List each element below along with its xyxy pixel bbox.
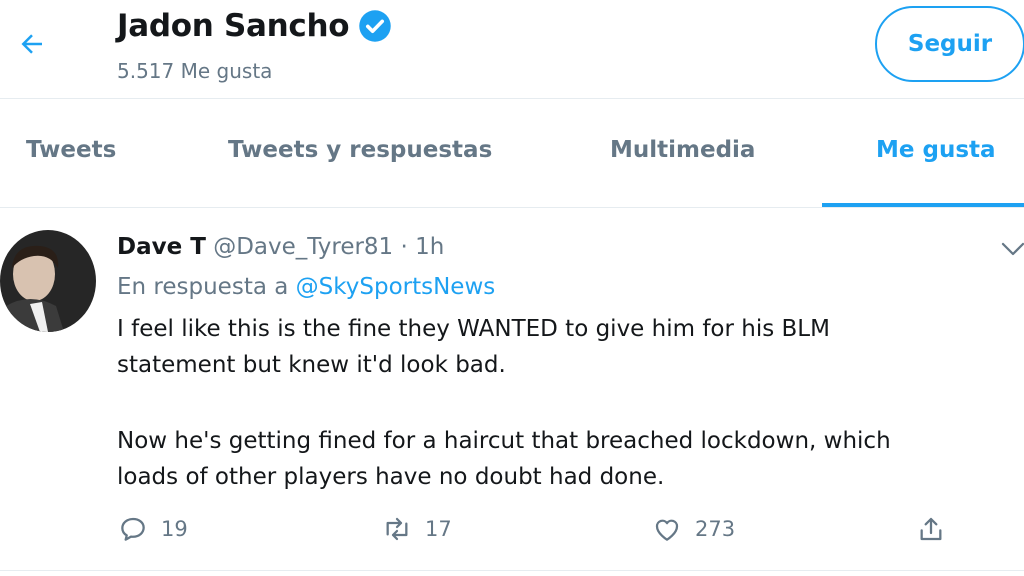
back-arrow-icon [21,34,42,54]
likes-count: 5.517 Me gusta [117,59,273,83]
profile-name: Jadon Sancho [117,8,350,44]
avatar[interactable] [0,230,96,332]
like-icon [655,519,679,541]
back-button[interactable] [12,24,52,64]
profile-tabs: Tweets Tweets y respuestas Multimedia Me… [0,99,1024,208]
chevron-down-icon[interactable] [998,234,1024,264]
like-button[interactable]: 273 [651,513,735,545]
reply-context: En respuesta a @SkySportsNews [117,274,495,300]
avatar-image [0,230,96,332]
retweet-count: 17 [425,517,452,541]
tweet-text-line: I feel like this is the fine they WANTED… [117,316,830,342]
separator-dot: · [400,234,408,260]
tweet-header: Dave T @Dave_Tyrer81 · 1h [117,234,444,260]
author-name[interactable]: Dave T [117,234,206,260]
tab-media[interactable]: Multimedia [610,137,755,163]
retweet-icon [386,517,408,541]
tweet-text-line: statement but knew it'd look bad. [117,352,506,378]
share-icon [920,517,942,541]
tweet-time[interactable]: 1h [415,234,444,260]
reply-prefix: En respuesta a [117,274,289,300]
tweet-actions: 19 17 273 [117,513,1017,553]
profile-header: Jadon Sancho 5.517 Me gusta Seguir [0,0,1024,99]
retweet-button[interactable]: 17 [381,513,452,545]
author-handle[interactable]: @Dave_Tyrer81 [213,234,393,260]
reply-count: 19 [161,517,188,541]
tweet-card[interactable]: Dave T @Dave_Tyrer81 · 1h En respuesta a… [0,208,1024,576]
follow-button[interactable]: Seguir [875,6,1024,82]
share-button[interactable] [915,513,947,545]
active-tab-indicator [822,203,1024,207]
tweet-text-line: Now he's getting fined for a haircut tha… [117,428,891,454]
verified-badge-icon [359,10,392,42]
title-row: Jadon Sancho [117,8,393,44]
reply-icon [121,517,145,541]
tab-likes[interactable]: Me gusta [876,137,996,163]
divider [0,570,1024,571]
tweet-text-line: loads of other players have no doubt had… [117,464,665,490]
reply-to-link[interactable]: @SkySportsNews [296,274,496,300]
like-count: 273 [695,517,736,541]
reply-button[interactable]: 19 [117,513,188,545]
tab-tweets[interactable]: Tweets [26,137,116,163]
tab-tweets-and-replies[interactable]: Tweets y respuestas [228,137,492,163]
